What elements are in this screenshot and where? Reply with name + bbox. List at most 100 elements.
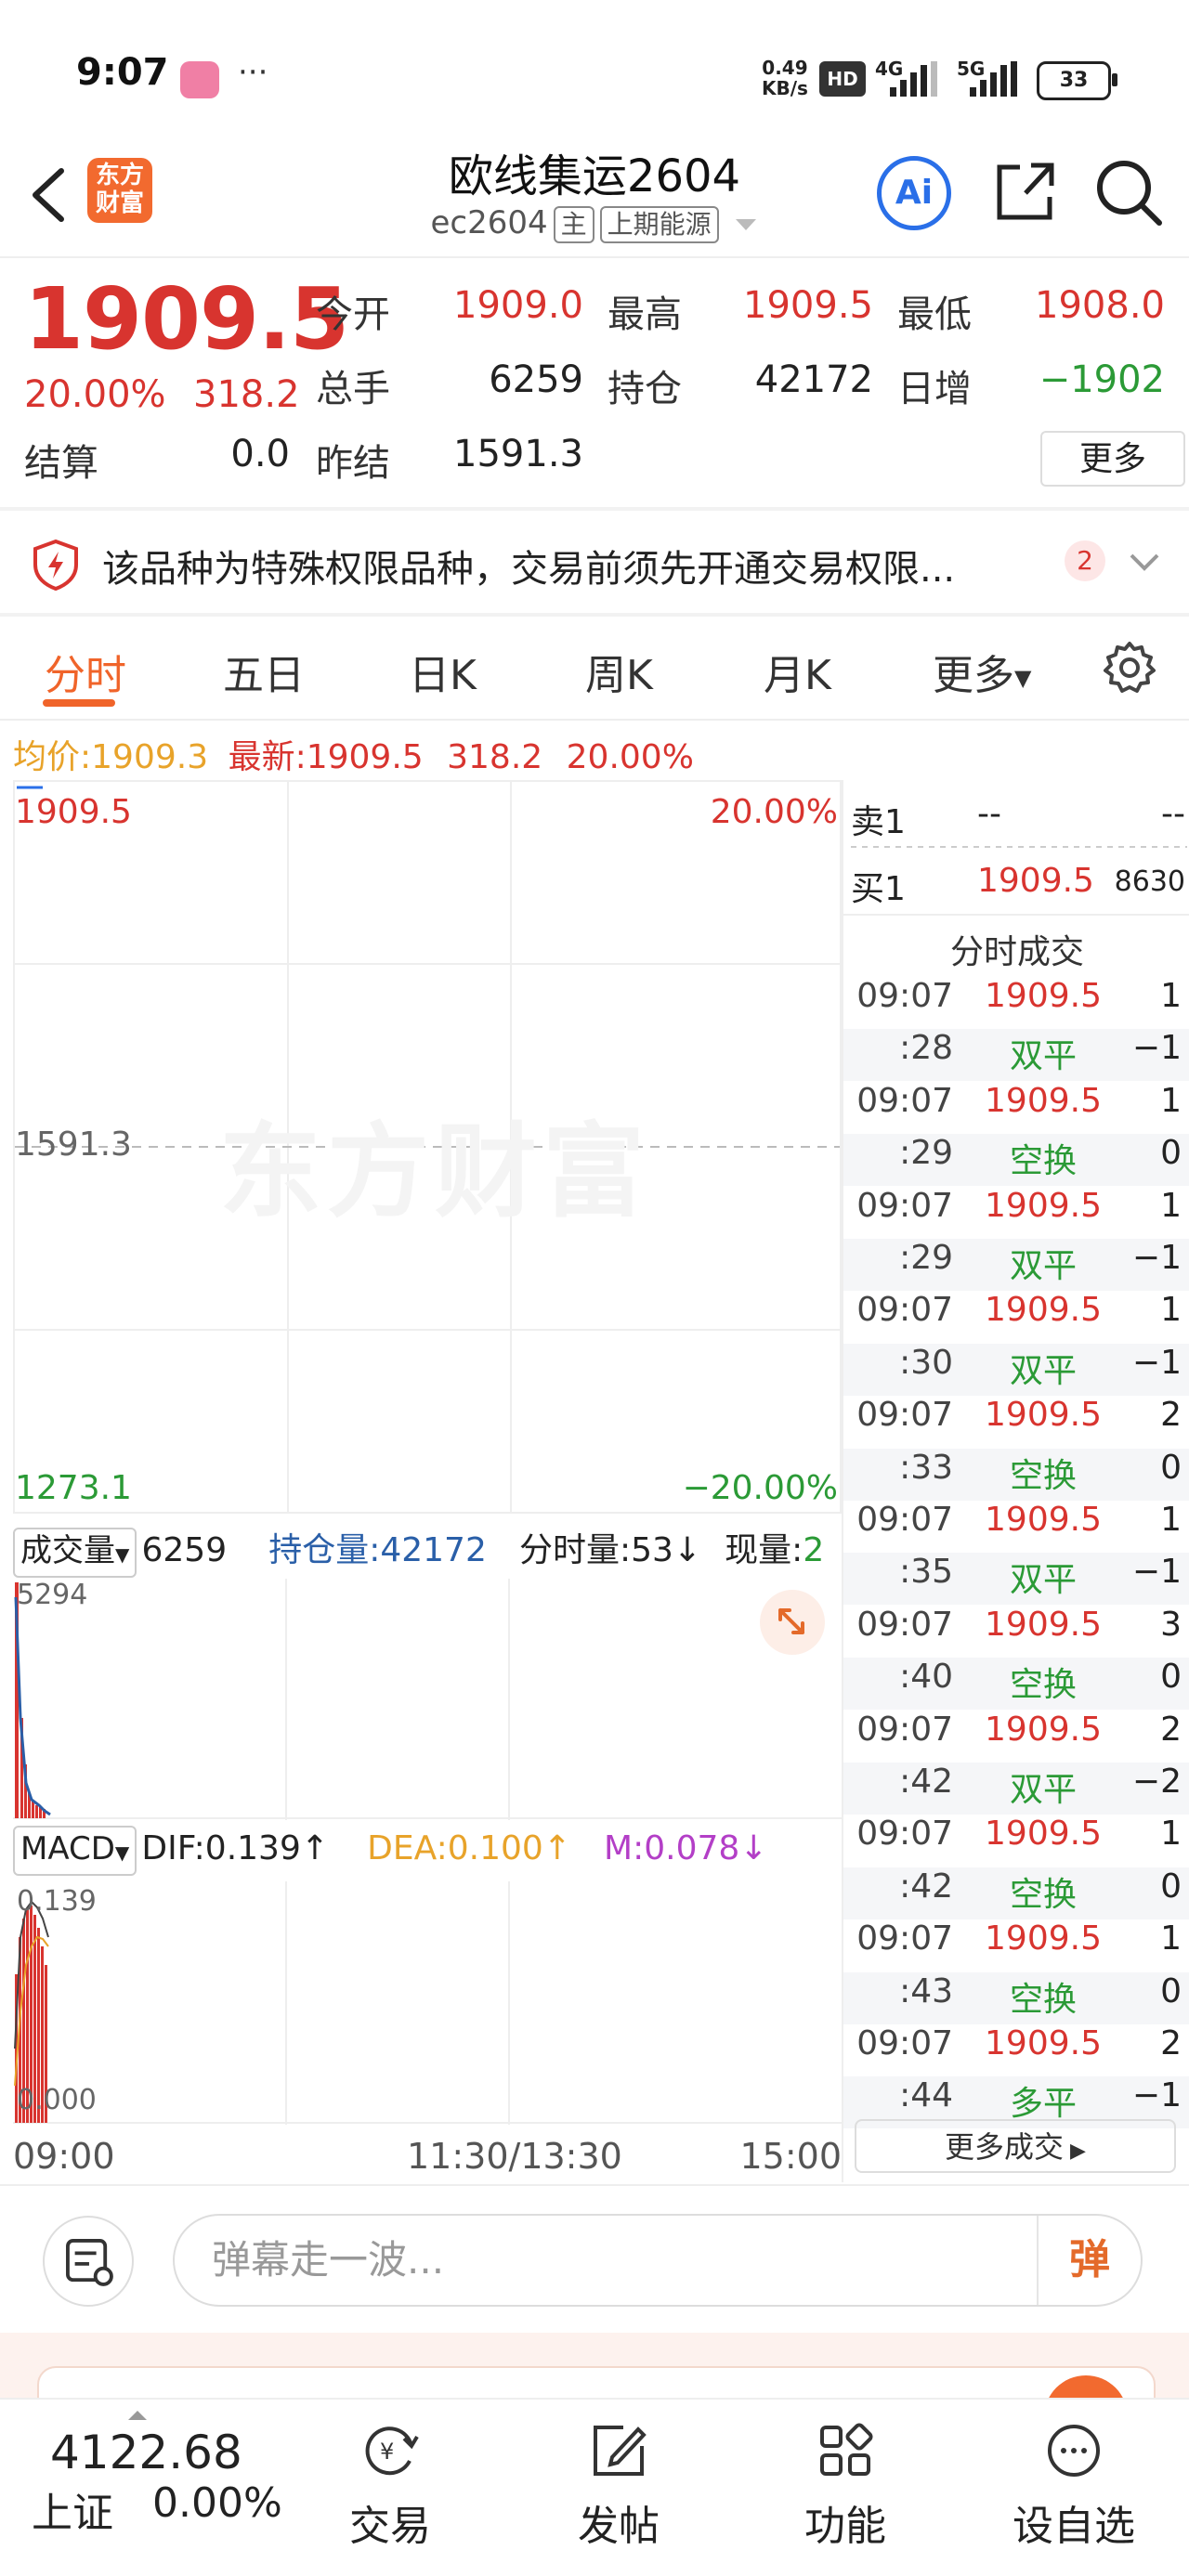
tick-price: 双平: [1009, 1771, 1077, 1809]
contract-subtitle[interactable]: ec2604 主上期能源: [316, 204, 873, 243]
more-deals-button[interactable]: 更多成交 ▶: [855, 2119, 1176, 2173]
tick-time: 09:07: [856, 1710, 953, 1749]
ai-button[interactable]: Ai: [877, 156, 951, 230]
volume-chart[interactable]: 5294: [13, 1579, 842, 1820]
latest-value: 1909.5: [306, 738, 424, 776]
tick-volume: 1: [1160, 1291, 1182, 1330]
header-divider: [0, 256, 1189, 258]
volume-select-label: 成交量: [20, 1532, 115, 1569]
shield-alert-icon: [33, 539, 78, 591]
tab-daily-k[interactable]: 日K: [409, 642, 477, 701]
caret-right-icon: ▶: [1064, 2140, 1086, 2163]
minute-volume-text: 分时量:53: [518, 1531, 673, 1569]
open-label: 今开: [316, 293, 390, 336]
open-interest-value: 42172: [754, 358, 873, 401]
caret-down-icon: ▼: [1014, 665, 1032, 691]
tick-volume: −1: [1131, 2076, 1182, 2115]
watermark-text: 东方财富: [219, 1112, 650, 1231]
macd-chart[interactable]: 0.139 0.000: [13, 1881, 842, 2125]
chevron-down-icon[interactable]: [1128, 548, 1161, 576]
nav-add-watchlist-label: 设自选: [1013, 2503, 1135, 2550]
bilibili-icon: [180, 61, 219, 98]
signal-5g-icon: [970, 61, 1017, 97]
tick-time: :40: [899, 1658, 953, 1697]
tab-monthly-k[interactable]: 月K: [764, 642, 831, 701]
open-value: 1909.0: [453, 284, 583, 327]
signal-4g-icon: [890, 61, 937, 97]
tick-time: 09:07: [856, 2024, 953, 2062]
tab-more[interactable]: 更多▼: [933, 642, 1031, 701]
nav-post[interactable]: 发帖: [535, 2418, 702, 2552]
danmu-input[interactable]: 弹幕走一波...: [173, 2214, 1143, 2307]
tick-row: :30 双平 −1: [843, 1343, 1189, 1396]
danmu-settings-icon[interactable]: [43, 2216, 134, 2307]
tick-volume: 1: [1160, 1919, 1182, 1958]
tick-time: :42: [899, 1867, 953, 1906]
volume-indicator-select[interactable]: 成交量▼: [13, 1528, 137, 1578]
macd-dif: DIF:0.139: [141, 1829, 301, 1867]
tab-intraday[interactable]: 分时: [45, 642, 126, 701]
permission-notice[interactable]: 该品种为特殊权限品种，交易前须先开通交易权限... 2: [0, 511, 1189, 613]
bottom-nav: 4122.68 上证 0.00% ¥ 交易 发帖 功能 设自选: [0, 2398, 1189, 2576]
tick-price: 1909.5: [985, 1501, 1102, 1539]
net-speed-unit: KB/s: [762, 77, 808, 99]
expand-icon: [778, 1608, 804, 1634]
macd-header: MACD▼ DIF:0.139↑ DEA:0.100↑ M:0.078↓: [13, 1826, 842, 1881]
tick-time: 09:07: [856, 1815, 953, 1854]
current-volume-label: 现量:: [725, 1531, 804, 1569]
tick-volume: −1: [1131, 1239, 1182, 1277]
nav-functions-label: 功能: [804, 2503, 886, 2550]
more-quote-button[interactable]: 更多: [1040, 431, 1185, 487]
daily-change-value: −1902: [1039, 358, 1165, 401]
nav-functions[interactable]: 功能: [762, 2418, 929, 2552]
settings-gear-icon[interactable]: [1102, 640, 1157, 696]
back-icon[interactable]: [20, 158, 76, 232]
nav-add-watchlist[interactable]: 设自选: [990, 2418, 1157, 2552]
tick-price: 1909.5: [985, 1396, 1102, 1435]
pct-axis-bottom: −20.00%: [682, 1469, 838, 1507]
ticks-title: 分时成交: [949, 933, 1084, 971]
tick-time: 09:07: [856, 1186, 953, 1225]
high-value: 1909.5: [743, 284, 873, 327]
svg-text:¥: ¥: [380, 2439, 394, 2465]
tick-price: 1909.5: [985, 2024, 1102, 2062]
tabs-divider: [0, 719, 1189, 721]
macd-m: M:0.078: [604, 1829, 740, 1867]
net-speed-value: 0.49: [762, 57, 808, 79]
tick-row: 09:07 1909.5 1: [843, 1501, 1189, 1553]
tick-volume: −1: [1131, 1553, 1182, 1592]
open-interest-label: 持仓: [608, 368, 682, 410]
tick-volume: 1: [1160, 1815, 1182, 1854]
change-amount: 318.2: [193, 373, 300, 416]
ask-1-row: 卖1 -- --: [851, 795, 1185, 843]
search-icon[interactable]: [1092, 156, 1167, 230]
expand-button[interactable]: [760, 1590, 825, 1655]
danmu-send-button[interactable]: 弹: [1037, 2216, 1141, 2305]
tick-volume: −2: [1131, 1763, 1182, 1801]
tick-row: 09:07 1909.5 2: [843, 2024, 1189, 2076]
volume-axis-top: 5294: [17, 1579, 88, 1611]
nav-trade[interactable]: ¥ 交易: [307, 2418, 474, 2552]
tick-price: 双平: [1009, 1351, 1077, 1390]
macd-indicator-select[interactable]: MACD▼: [13, 1826, 137, 1876]
tick-time: :29: [899, 1239, 953, 1277]
volume-header: 成交量▼ 6259 持仓量:42172 分时量:53↓ 现量:2: [13, 1523, 842, 1579]
battery-icon: 33: [1037, 61, 1117, 100]
tab-weekly-k[interactable]: 周K: [585, 642, 653, 701]
tick-volume: 0: [1160, 1448, 1182, 1487]
index-widget[interactable]: 4122.68 上证 0.00%: [0, 2400, 307, 2576]
last-price: 1909.5: [24, 269, 349, 369]
tick-volume: 1: [1160, 1081, 1182, 1120]
tab-five-day[interactable]: 五日: [223, 642, 305, 701]
tick-row: 09:07 1909.5 2: [843, 1396, 1189, 1448]
edit-post-icon: [594, 2426, 647, 2476]
tick-price: 空换: [1009, 1456, 1077, 1495]
share-icon[interactable]: [992, 156, 1057, 225]
tick-time: :35: [899, 1553, 953, 1592]
latest-label: 最新:: [228, 738, 307, 776]
tick-volume: 2: [1160, 1710, 1182, 1749]
status-bar: 9:07 ··· 0.49 KB/s HD 4G 5G 33: [0, 0, 1189, 158]
tick-price: 空换: [1009, 1666, 1077, 1705]
intraday-price-chart[interactable]: 东方财富 1909.5 20.00% 1591.3 1273.1 −20.00%: [13, 780, 842, 1514]
index-name: 上证: [32, 2490, 113, 2537]
